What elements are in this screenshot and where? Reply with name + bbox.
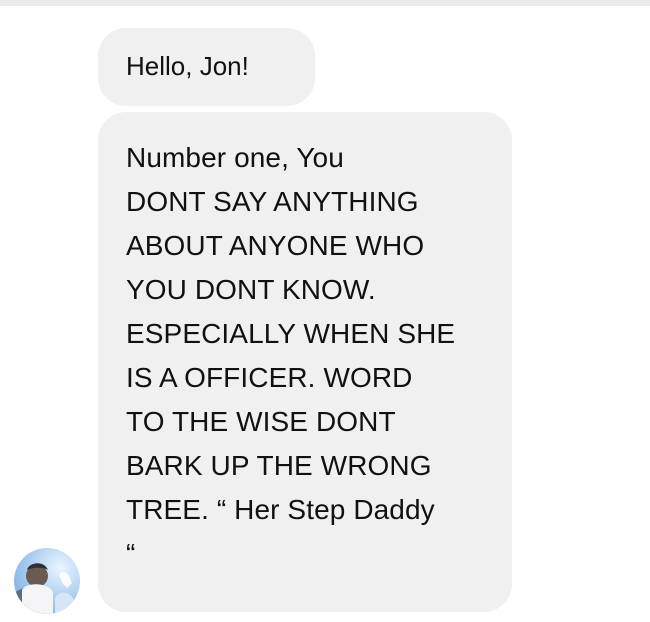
message-line: DONT SAY ANYTHING <box>126 186 419 217</box>
message-line: BARK UP THE WRONG <box>126 450 432 481</box>
message-text: Hello, Jon! <box>126 51 249 81</box>
message-line: “ <box>126 538 136 569</box>
message-line: TO THE WISE DONT <box>126 406 396 437</box>
message-bubble-greeting: Hello, Jon! <box>98 28 315 106</box>
message-line: YOU DONT KNOW. <box>126 274 376 305</box>
message-bubble-reply: Number one, You DONT SAY ANYTHING ABOUT … <box>98 112 512 612</box>
message-line: ESPECIALLY WHEN SHE <box>126 318 456 349</box>
chat-window: Hello, Jon! Number one, You DONT SAY ANY… <box>0 0 650 622</box>
user-avatar-icon <box>14 548 80 614</box>
message-line: ABOUT ANYONE WHO <box>126 230 425 261</box>
avatar[interactable] <box>14 548 80 614</box>
message-line: IS A OFFICER. WORD <box>126 362 413 393</box>
message-line: Number one, You <box>126 142 344 173</box>
top-divider <box>0 0 650 6</box>
message-line: TREE. “ Her Step Daddy <box>126 494 435 525</box>
